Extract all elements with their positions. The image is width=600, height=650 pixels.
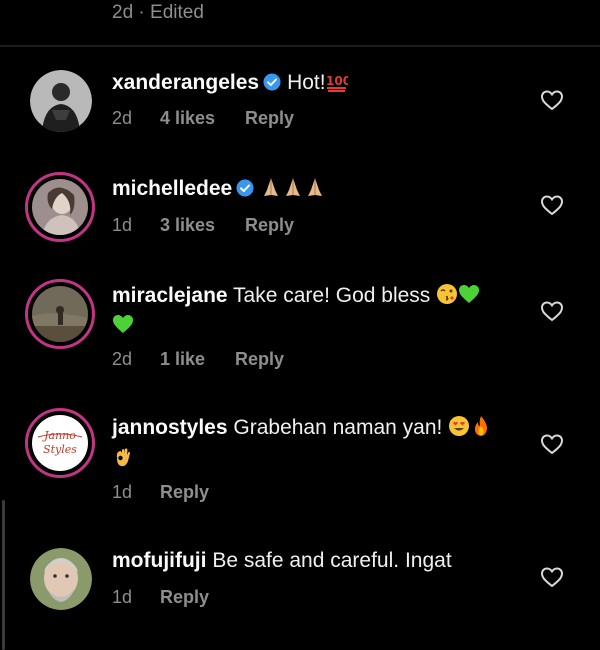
comment-username[interactable]: jannostyles	[112, 416, 228, 439]
comment-meta: 2d 4 likes Reply	[112, 108, 294, 129]
like-heart-icon[interactable]	[540, 89, 564, 111]
comment-line: michelledee	[112, 176, 326, 202]
comment-username[interactable]: xanderangeles	[112, 71, 259, 94]
comment-likes[interactable]: 1 like	[160, 349, 205, 370]
folded-hands-emoji	[304, 176, 326, 198]
comment-time: 1d	[112, 482, 133, 502]
avatar-photo	[32, 286, 88, 342]
avatar[interactable]	[25, 279, 95, 349]
like-heart-icon[interactable]	[540, 433, 564, 455]
like-heart-icon[interactable]	[540, 566, 564, 588]
green-heart-emoji	[112, 313, 134, 335]
comment-line-continued	[112, 446, 134, 470]
comment-text: Take care! God bless	[233, 284, 431, 307]
reply-button[interactable]: Reply	[160, 482, 209, 503]
comment-line: mofujifuji Be safe and careful. Ingat	[112, 548, 452, 574]
avatar[interactable]	[25, 172, 95, 242]
reply-button[interactable]: Reply	[235, 349, 284, 370]
like-heart-icon[interactable]	[540, 194, 564, 216]
avatar-logo: Janno Styles	[32, 415, 88, 471]
comment-time: 1d	[112, 587, 133, 607]
comment-text: Grabehan naman yan!	[233, 416, 443, 439]
avatar-photo	[32, 179, 88, 235]
avatar[interactable]: Janno Styles	[25, 408, 95, 478]
folded-hands-emoji	[260, 176, 282, 198]
comment-meta: 2d 1 like Reply	[112, 349, 284, 370]
comment-likes[interactable]: 4 likes	[160, 108, 215, 129]
like-heart-icon[interactable]	[540, 300, 564, 322]
comment-likes[interactable]: 3 likes	[160, 215, 215, 236]
comment-time: 2d	[112, 108, 133, 128]
comments-screen: 2d · Edited xanderangeles Hot! 100 2d 4 lik…	[0, 0, 600, 650]
reply-button[interactable]: Reply	[160, 587, 209, 608]
comment-username[interactable]: miraclejane	[112, 284, 228, 307]
avatar-photo	[30, 70, 92, 132]
scrollbar[interactable]	[2, 500, 5, 650]
comment-time: 2d	[112, 349, 133, 369]
avatar-photo	[30, 548, 92, 610]
reply-button[interactable]: Reply	[245, 108, 294, 129]
previous-comment-meta: 2d · Edited	[112, 2, 204, 23]
comment-line-continued	[112, 313, 134, 337]
fire-emoji	[470, 415, 492, 437]
verified-badge-icon	[263, 73, 281, 91]
comment-meta: 1d 3 likes Reply	[112, 215, 294, 236]
comment-line: miraclejane Take care! God bless	[112, 283, 480, 309]
avatar[interactable]	[30, 70, 92, 132]
kissing-face-emoji	[436, 283, 458, 305]
green-heart-emoji	[458, 283, 480, 305]
comment-time: 1d	[112, 215, 133, 235]
svg-text:Styles: Styles	[43, 443, 77, 456]
comment-meta: 1d Reply	[112, 587, 209, 608]
verified-badge-icon	[236, 179, 254, 197]
heart-eyes-emoji	[448, 415, 470, 437]
comment-line: xanderangeles Hot! 100	[112, 70, 348, 96]
reply-button[interactable]: Reply	[245, 215, 294, 236]
comment-text: Be safe and careful. Ingat	[212, 549, 452, 572]
folded-hands-emoji	[282, 176, 304, 198]
svg-text:100: 100	[326, 74, 348, 88]
ok-hand-emoji	[112, 446, 134, 468]
hundred-points-emoji: 100	[326, 70, 348, 92]
comment-username[interactable]: mofujifuji	[112, 549, 206, 572]
comment-line: jannostyles Grabehan naman yan!	[112, 415, 492, 441]
divider	[0, 45, 600, 47]
avatar[interactable]	[30, 548, 92, 610]
svg-text:Janno: Janno	[42, 429, 76, 442]
comment-text: Hot!	[287, 71, 326, 94]
comment-username[interactable]: michelledee	[112, 177, 232, 200]
comment-meta: 1d Reply	[112, 482, 209, 503]
